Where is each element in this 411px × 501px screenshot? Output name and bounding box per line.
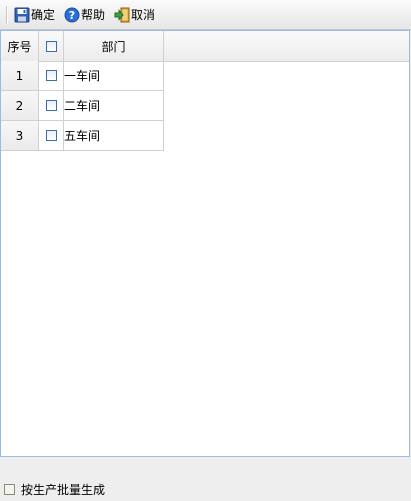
save-icon — [14, 7, 30, 23]
svg-text:?: ? — [69, 9, 75, 22]
row-checkbox-cell — [39, 91, 64, 121]
cancel-button[interactable]: 取消 — [114, 5, 155, 25]
batch-label: 按生产批量生成 — [21, 482, 106, 497]
department-grid: 序号 部门 1 一车间 2 二车间 3 五车间 — [0, 30, 410, 457]
help-icon: ? — [64, 7, 80, 23]
grid-header: 序号 部门 — [1, 31, 409, 62]
batch-option[interactable]: 按生产批量生成 — [4, 481, 105, 497]
help-button[interactable]: ? 帮助 — [64, 5, 105, 25]
row-number: 3 — [1, 121, 39, 151]
confirm-label: 确定 — [31, 8, 56, 22]
table-row[interactable]: 3 五车间 — [1, 121, 164, 151]
row-number: 1 — [1, 61, 39, 91]
header-select-all — [39, 31, 64, 61]
batch-checkbox[interactable] — [4, 483, 15, 495]
cancel-label: 取消 — [131, 8, 156, 22]
select-all-checkbox[interactable] — [45, 40, 57, 52]
row-checkbox[interactable] — [45, 100, 57, 111]
exit-icon — [114, 7, 130, 23]
row-department: 五车间 — [64, 121, 164, 151]
row-department: 二车间 — [64, 91, 164, 121]
row-checkbox-cell — [39, 121, 64, 151]
row-checkbox[interactable] — [45, 70, 57, 81]
row-checkbox[interactable] — [45, 130, 57, 141]
confirm-button[interactable]: 确定 — [14, 5, 55, 25]
header-serial: 序号 — [1, 31, 39, 61]
table-row[interactable]: 2 二车间 — [1, 91, 164, 121]
header-department: 部门 — [64, 31, 164, 61]
table-row[interactable]: 1 一车间 — [1, 61, 164, 91]
row-checkbox-cell — [39, 61, 64, 91]
row-number: 2 — [1, 91, 39, 121]
toolbar-separator — [6, 6, 8, 24]
help-label: 帮助 — [81, 8, 106, 22]
toolbar: 确定 ? 帮助 取消 — [0, 0, 411, 30]
row-department: 一车间 — [64, 61, 164, 91]
